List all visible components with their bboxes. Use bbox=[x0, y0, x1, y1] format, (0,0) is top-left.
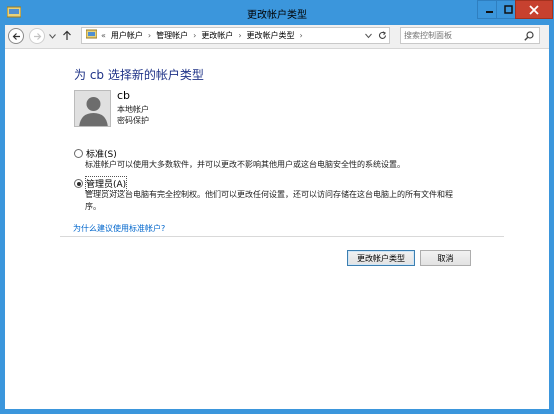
breadcrumb-separator[interactable]: › bbox=[148, 31, 151, 40]
minimize-icon bbox=[485, 11, 493, 13]
control-panel-icon bbox=[85, 29, 98, 42]
back-button[interactable] bbox=[8, 28, 24, 44]
address-dropdown-button[interactable] bbox=[365, 31, 372, 43]
search-icon[interactable] bbox=[524, 31, 534, 44]
refresh-button[interactable] bbox=[378, 31, 387, 43]
user-password-status: 密码保护 bbox=[117, 116, 149, 125]
forward-button[interactable] bbox=[29, 28, 45, 44]
breadcrumb-change-account-type[interactable]: 更改帐户类型 bbox=[247, 30, 295, 41]
address-bar[interactable]: « 用户帐户 › 管理帐户 › 更改帐户 › 更改帐户类型 › bbox=[81, 27, 390, 44]
arrow-up-icon bbox=[63, 30, 71, 40]
window-title: 更改帐户类型 bbox=[247, 10, 307, 21]
user-silhouette-icon bbox=[75, 91, 110, 126]
user-name: cb bbox=[117, 89, 131, 102]
search-box[interactable] bbox=[400, 27, 540, 44]
standard-description: 标准帐户可以使用大多数软件，并可以更改不影响其他用户或这台电脑安全性的系统设置。 bbox=[85, 160, 405, 169]
breadcrumb-manage-accounts[interactable]: 管理帐户 bbox=[156, 30, 188, 41]
cancel-button[interactable]: 取消 bbox=[420, 250, 471, 266]
window-bottom-border bbox=[0, 409, 554, 414]
close-icon bbox=[529, 4, 539, 15]
change-account-type-button[interactable]: 更改帐户类型 bbox=[347, 250, 415, 266]
maximize-icon bbox=[503, 5, 513, 14]
administrator-radio[interactable] bbox=[74, 179, 83, 188]
divider bbox=[60, 236, 504, 237]
up-button[interactable] bbox=[62, 30, 72, 44]
arrow-right-icon bbox=[33, 32, 41, 40]
user-account-type: 本地帐户 bbox=[117, 105, 149, 114]
breadcrumb-overflow[interactable]: « bbox=[101, 31, 106, 40]
breadcrumb-change-account[interactable]: 更改帐户 bbox=[201, 30, 233, 41]
recent-locations-button[interactable] bbox=[49, 32, 56, 42]
user-avatar bbox=[74, 90, 111, 127]
administrator-description-line1: 管理员对这台电脑有完全控制权。他们可以更改任何设置，还可以访问存储在这台电脑上的… bbox=[85, 190, 453, 199]
arrow-left-icon bbox=[12, 32, 20, 40]
breadcrumb-separator[interactable]: › bbox=[238, 31, 241, 40]
chevron-down-icon bbox=[365, 33, 372, 39]
main-content: 为 cb 选择新的帐户类型 cb 本地帐户 密码保护 标准(S) 标准帐户可以使… bbox=[5, 49, 549, 409]
window: 更改帐户类型 « 用户帐户 › 管理帐户 › 更改帐户 › 更改帐户类型 › 搜… bbox=[0, 0, 554, 414]
why-standard-link[interactable]: 为什么建议使用标准帐户? bbox=[73, 223, 165, 234]
breadcrumb-user-accounts[interactable]: 用户帐户 bbox=[111, 30, 143, 41]
search-input[interactable] bbox=[404, 29, 519, 42]
breadcrumb-separator[interactable]: › bbox=[193, 31, 196, 40]
administrator-description-line2: 序。 bbox=[85, 202, 101, 211]
standard-radio[interactable] bbox=[74, 149, 83, 158]
close-button[interactable] bbox=[515, 0, 553, 19]
navigation-bar: « 用户帐户 › 管理帐户 › 更改帐户 › 更改帐户类型 › bbox=[5, 25, 549, 49]
title-bar: 更改帐户类型 bbox=[0, 0, 554, 25]
page-title: 为 cb 选择新的帐户类型 bbox=[74, 68, 204, 82]
refresh-icon bbox=[378, 31, 387, 39]
chevron-down-icon bbox=[49, 34, 56, 39]
breadcrumb-separator[interactable]: › bbox=[300, 31, 303, 40]
